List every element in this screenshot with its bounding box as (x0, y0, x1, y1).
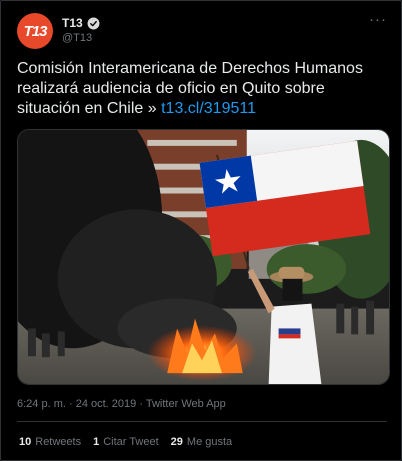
engagement-stats: 10 Retweets 1 Citar Tweet 29 Me gusta (19, 436, 232, 448)
stats-top-divider (17, 421, 387, 422)
avatar[interactable]: T13 (17, 13, 53, 49)
more-options-icon[interactable]: ··· (369, 11, 387, 28)
quotes-label: Citar Tweet (103, 436, 159, 448)
quote-tweets-stat[interactable]: 1 Citar Tweet (93, 436, 159, 448)
meta-separator: · (139, 398, 144, 410)
likes-label: Me gusta (186, 436, 233, 448)
tweet-date[interactable]: 24 oct. 2019 (76, 398, 137, 410)
likes-count: 29 (170, 436, 183, 448)
tweet-source[interactable]: Twitter Web App (146, 398, 226, 410)
retweets-stat[interactable]: 10 Retweets (19, 436, 81, 448)
tweet-text: Comisión Interamericana de Derechos Huma… (17, 59, 389, 119)
author-display-name[interactable]: T13 (62, 16, 83, 30)
protest-photo-image (18, 130, 389, 384)
likes-stat[interactable]: 29 Me gusta (171, 436, 233, 448)
tweet-photo[interactable] (17, 129, 390, 385)
tweet-meta: 6:24 p. m. · 24 oct. 2019 · Twitter Web … (17, 398, 226, 410)
retweets-label: Retweets (35, 436, 82, 448)
author-name-row: T13 (62, 16, 100, 30)
meta-separator: · (68, 398, 73, 410)
verified-badge-icon (87, 17, 100, 29)
author-handle[interactable]: @T13 (62, 32, 92, 44)
quotes-count: 1 (93, 436, 100, 448)
avatar-logo-text: T13 (23, 22, 48, 40)
tweet-link[interactable]: t13.cl/319511 (161, 100, 256, 117)
tweet-card: T13 T13 @T13 ··· Comisión Interamericana… (0, 0, 402, 461)
retweets-count: 10 (19, 436, 32, 448)
tweet-time[interactable]: 6:24 p. m. (17, 398, 66, 410)
